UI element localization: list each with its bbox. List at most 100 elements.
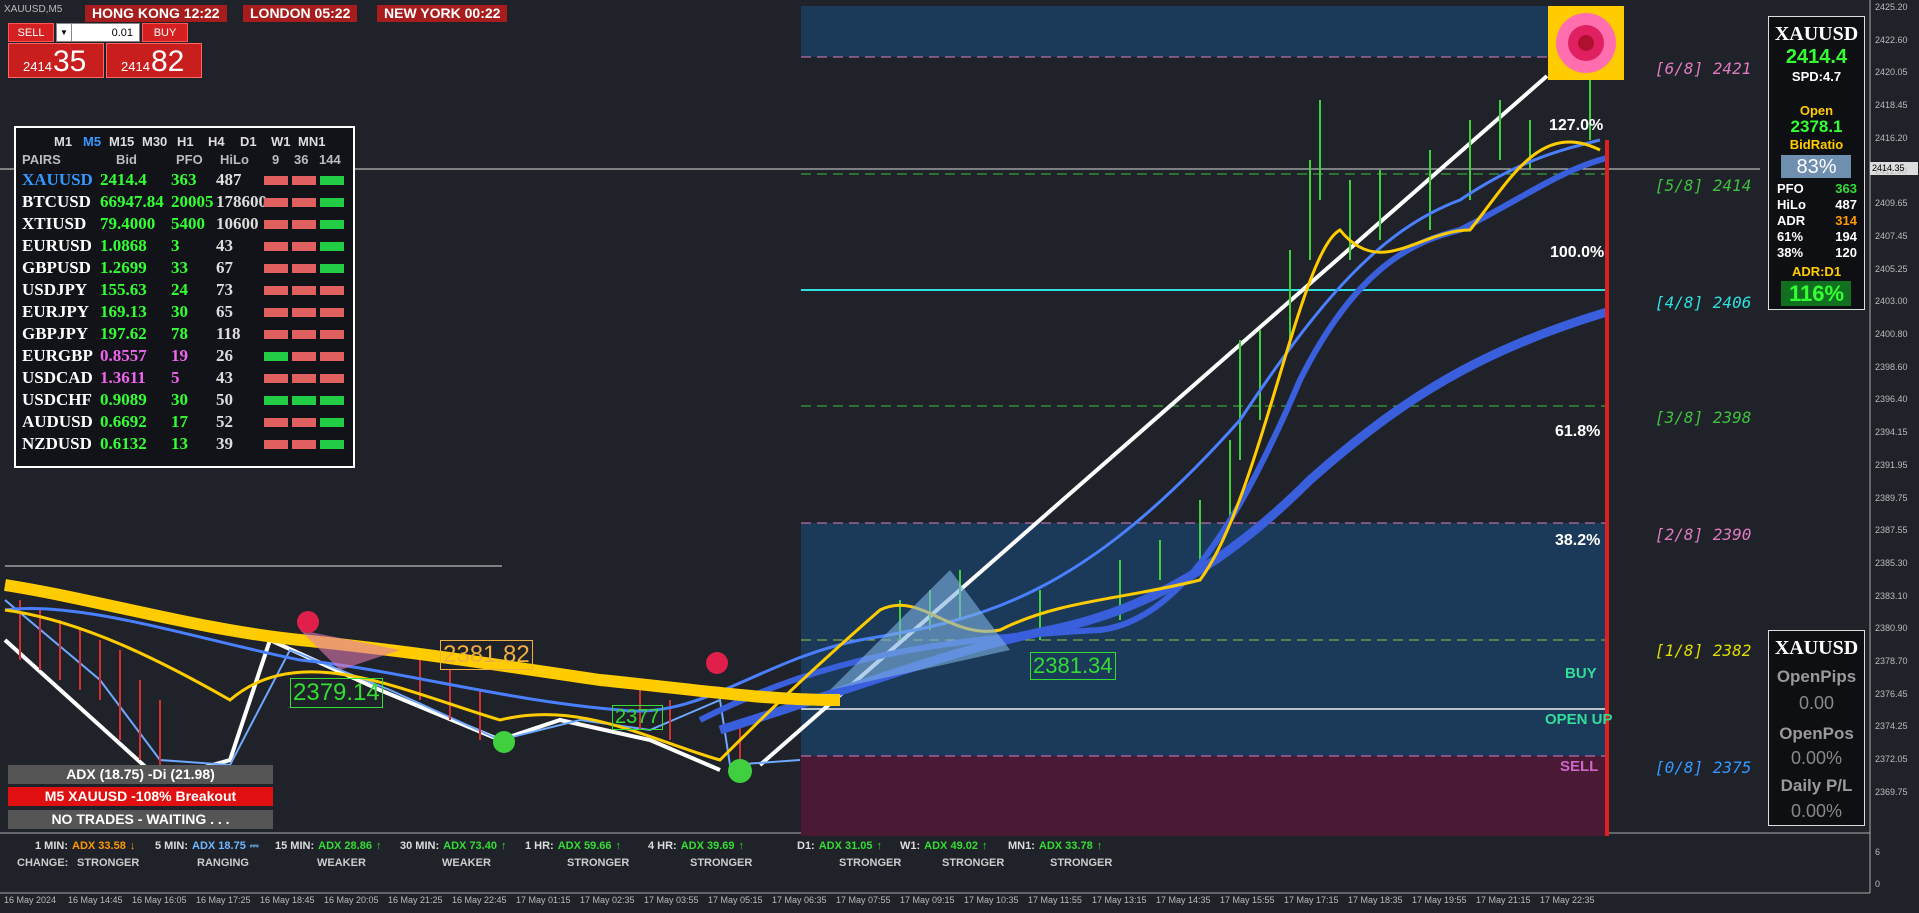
time-tick: 17 May 03:55 xyxy=(644,895,699,905)
pair-row[interactable]: EURJPY 169.13 30 65 xyxy=(16,302,353,324)
info-stat-row: PFO 363 xyxy=(1777,181,1857,197)
trend-signal xyxy=(292,176,316,185)
info-open-label: Open xyxy=(1799,103,1834,118)
pair-pfo: 363 xyxy=(171,170,197,189)
info-stat-key: ADR xyxy=(1777,213,1806,228)
sell-quote[interactable]: 2414 35 xyxy=(8,43,104,78)
pair-symbol[interactable]: USDJPY xyxy=(22,280,87,300)
tf-m1[interactable]: M1 xyxy=(54,134,72,149)
pair-hilo: 65 xyxy=(216,302,233,321)
tf-mn1[interactable]: MN1 xyxy=(298,134,325,149)
adx-timeframe: 1 HR: ADX 59.66 ↑ xyxy=(525,840,621,852)
adx-tf-label: MN1: xyxy=(1008,840,1035,852)
pair-symbol[interactable]: AUDUSD xyxy=(22,412,93,432)
fib-127: 127.0% xyxy=(1549,117,1604,134)
murrey-3-8: [3/8] 2398 xyxy=(1655,408,1752,427)
trend-signal xyxy=(292,198,316,207)
trend-signal xyxy=(264,308,288,317)
pair-hilo: 487 xyxy=(216,170,242,189)
price-tick: 2380.90 xyxy=(1875,623,1908,634)
pair-symbol[interactable]: BTCUSD xyxy=(22,192,91,212)
info-stat-row: 38% 120 xyxy=(1777,245,1857,261)
info-stat-row: 61% 194 xyxy=(1777,229,1857,245)
pair-row[interactable]: EURGBP 0.8557 19 26 xyxy=(16,346,353,368)
sell-button[interactable]: SELL xyxy=(8,23,54,42)
pair-row[interactable]: USDCAD 1.3611 5 43 xyxy=(16,368,353,390)
pair-row[interactable]: USDJPY 155.63 24 73 xyxy=(16,280,353,302)
trend-signal xyxy=(320,308,344,317)
info-adr-value: 116% xyxy=(1788,281,1845,306)
tf-h4[interactable]: H4 xyxy=(208,134,225,149)
trend-signal xyxy=(264,264,288,273)
lot-size-input[interactable]: ▼ 0.01 xyxy=(56,23,140,42)
tf-m30[interactable]: M30 xyxy=(142,134,167,149)
murrey-4-8: [4/8] 2406 xyxy=(1655,293,1752,312)
price-tick: 2383.10 xyxy=(1875,590,1908,601)
pair-symbol[interactable]: GBPJPY xyxy=(22,324,88,344)
adx-value: ADX 73.40 xyxy=(443,840,497,852)
murrey-0-8: [0/8] 2375 xyxy=(1655,758,1752,777)
time-tick: 17 May 01:15 xyxy=(516,895,571,905)
price-tick: 0 xyxy=(1875,879,1881,889)
level-label-b: 2379.14 xyxy=(290,678,383,708)
pair-row[interactable]: BTCUSD 66947.84 20005 178600 xyxy=(16,192,353,214)
tf-d1[interactable]: D1 xyxy=(240,134,257,149)
lot-dropdown-icon[interactable]: ▼ xyxy=(57,24,72,41)
adx-value: ADX 33.58 xyxy=(72,840,126,852)
time-tick: 17 May 02:35 xyxy=(580,895,635,905)
trend-signal xyxy=(292,440,316,449)
price-tick: 2394.15 xyxy=(1875,427,1908,438)
pair-row[interactable]: EURUSD 1.0868 3 43 xyxy=(16,236,353,258)
pair-symbol[interactable]: EURGBP xyxy=(22,346,93,366)
pair-row[interactable]: XAUUSD 2414.4 363 487 xyxy=(16,170,353,192)
pair-symbol[interactable]: NZDUSD xyxy=(22,434,92,454)
pair-symbol[interactable]: USDCAD xyxy=(22,368,93,388)
pair-row[interactable]: XTIUSD 79.4000 5400 10600 xyxy=(16,214,353,236)
pair-row[interactable]: NZDUSD 0.6132 13 39 xyxy=(16,434,353,456)
pair-symbol[interactable]: USDCHF xyxy=(22,390,92,410)
pairs-dashboard: M1 M5 M15 M30 H1 H4 D1 W1 MN1 PAIRS Bid … xyxy=(14,126,355,468)
pair-row[interactable]: GBPUSD 1.2699 33 67 xyxy=(16,258,353,280)
pair-row[interactable]: AUDUSD 0.6692 17 52 xyxy=(16,412,353,434)
time-tick: 17 May 18:35 xyxy=(1348,895,1403,905)
buy-button[interactable]: BUY xyxy=(142,23,188,42)
adx-value: ADX 39.69 xyxy=(680,840,735,852)
adx-timeframe: MN1: ADX 33.78 ↑ xyxy=(1008,840,1102,852)
info-stat-key: PFO xyxy=(1777,181,1804,196)
tf-m5[interactable]: M5 xyxy=(83,134,101,149)
pair-row[interactable]: GBPJPY 197.62 78 118 xyxy=(16,324,353,346)
tf-w1[interactable]: W1 xyxy=(271,134,291,149)
adx-state: STRONGER xyxy=(77,857,140,869)
pair-bid: 1.2699 xyxy=(100,258,147,277)
price-tag: 2414.35 xyxy=(1872,163,1905,173)
pair-symbol[interactable]: XAUUSD xyxy=(22,170,93,190)
info-bidratio-value: 83% xyxy=(1796,156,1837,178)
tf-h1[interactable]: H1 xyxy=(177,134,194,149)
adx-arrow-icon: ↑ xyxy=(615,840,622,852)
pairs-header: PAIRS Bid PFO HiLo 9 36 144 xyxy=(22,152,341,167)
info-stat-value: 120 xyxy=(1835,245,1857,260)
trend-signal xyxy=(320,440,344,449)
pair-bid: 0.6692 xyxy=(100,412,147,431)
adx-arrow-icon: ↑ xyxy=(1096,840,1103,852)
trend-signal xyxy=(292,374,316,383)
level-label-d: 2377 xyxy=(612,705,663,730)
time-tick: 17 May 05:15 xyxy=(708,895,763,905)
time-tick: 16 May 20:05 xyxy=(324,895,379,905)
time-tick: 17 May 11:55 xyxy=(1028,895,1082,905)
tf-m15[interactable]: M15 xyxy=(109,134,134,149)
price-tick: 2422.60 xyxy=(1875,34,1908,45)
pair-row[interactable]: USDCHF 0.9089 30 50 xyxy=(16,390,353,412)
pair-symbol[interactable]: GBPUSD xyxy=(22,258,91,278)
pair-symbol[interactable]: EURUSD xyxy=(22,236,92,256)
symbol-info-panel: XAUUSD 2414.4 SPD:4.7 Open 2378.1 BidRat… xyxy=(1768,16,1865,310)
pair-bid: 66947.84 xyxy=(100,192,164,211)
ma-yellow xyxy=(4,579,841,706)
pair-pfo: 33 xyxy=(171,258,188,277)
pair-bid: 1.3611 xyxy=(100,368,146,387)
pair-symbol[interactable]: EURJPY xyxy=(22,302,89,322)
pair-symbol[interactable]: XTIUSD xyxy=(22,214,86,234)
buy-quote[interactable]: 2414 82 xyxy=(106,43,202,78)
buy-zone-label: BUY xyxy=(1565,665,1597,682)
time-tick: 17 May 07:55 xyxy=(836,895,891,905)
